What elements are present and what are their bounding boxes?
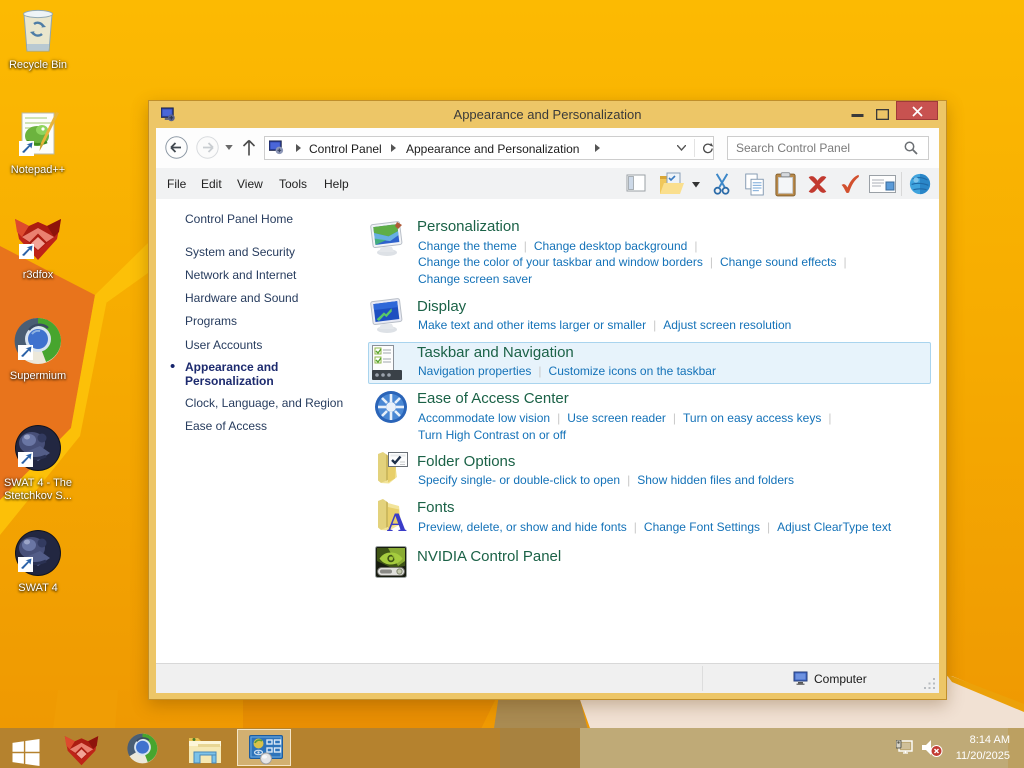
svg-text:A: A	[387, 508, 407, 533]
